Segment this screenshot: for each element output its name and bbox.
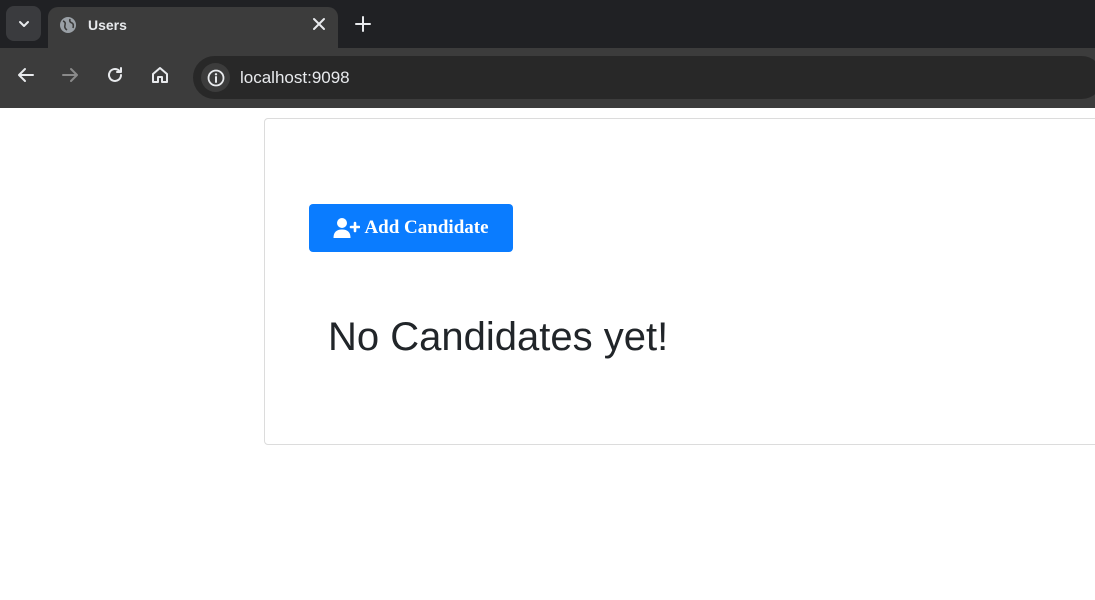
back-arrow-icon[interactable] [15, 64, 37, 86]
tab-title: Users [88, 17, 127, 33]
user-plus-icon [333, 218, 361, 238]
reload-icon[interactable] [104, 64, 126, 86]
globe-icon [60, 17, 76, 33]
browser-tabstrip: Users [0, 0, 1095, 48]
plus-icon[interactable] [352, 13, 374, 35]
home-icon[interactable] [149, 64, 171, 86]
forward-arrow-icon[interactable] [59, 64, 81, 86]
add-candidate-button[interactable]: Add Candidate [309, 204, 513, 252]
browser-toolbar: localhost:9098 [0, 48, 1095, 108]
chevron-down-icon [18, 20, 29, 27]
site-info-button[interactable] [201, 63, 230, 92]
info-icon [207, 69, 224, 86]
address-bar[interactable]: localhost:9098 [193, 56, 1095, 99]
empty-state-message: No Candidates yet! [328, 315, 669, 359]
tab-search-button[interactable] [6, 6, 41, 41]
content-card: Add Candidate No Candidates yet! [264, 118, 1095, 445]
url-text: localhost:9098 [240, 68, 350, 87]
add-candidate-label: Add Candidate [364, 217, 489, 238]
browser-tab-active[interactable]: Users [48, 7, 338, 48]
close-icon[interactable] [310, 15, 328, 33]
